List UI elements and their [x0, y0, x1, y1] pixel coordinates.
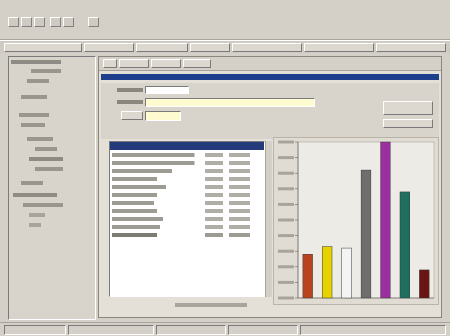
parameter-field[interactable] [145, 98, 315, 107]
status-pane [156, 325, 226, 335]
table-footer [175, 303, 247, 307]
bar [399, 191, 410, 299]
table-header-row [110, 142, 264, 150]
report-toolbar [99, 57, 441, 71]
tree-node[interactable] [29, 157, 63, 161]
y-tick-label [278, 156, 294, 160]
table-row[interactable] [112, 161, 262, 165]
side-button[interactable] [383, 119, 433, 128]
bar [302, 254, 313, 299]
table-row[interactable] [112, 177, 262, 181]
y-tick-label [278, 249, 294, 253]
table-row[interactable] [112, 169, 262, 173]
y-tick-label [278, 140, 294, 144]
status-pane [4, 325, 66, 335]
table-scrollbar[interactable] [265, 141, 272, 297]
parameter-label [117, 88, 143, 92]
bar [380, 141, 391, 299]
table-row[interactable] [112, 217, 262, 221]
table-row[interactable] [112, 209, 262, 213]
bar [419, 269, 430, 299]
parameter-field[interactable] [145, 111, 181, 121]
bar [360, 169, 372, 299]
back-icon[interactable] [8, 17, 19, 27]
y-tick-label [278, 202, 294, 206]
parameter-field[interactable] [145, 86, 189, 94]
report-title-bar [101, 74, 439, 80]
report-tool-button[interactable] [119, 59, 149, 68]
status-pane [300, 325, 446, 335]
tab-strip [0, 41, 450, 53]
help-icon[interactable] [88, 17, 99, 27]
y-tick-label [278, 218, 294, 222]
tab-1[interactable] [4, 43, 82, 52]
table-row[interactable] [112, 201, 262, 205]
save-icon[interactable] [50, 17, 61, 27]
tab-6[interactable] [304, 43, 374, 52]
report-tool-button[interactable] [151, 59, 181, 68]
parameter-button[interactable] [121, 111, 143, 120]
y-tick-label [278, 234, 294, 238]
tree-node[interactable] [35, 167, 63, 171]
y-tick-label [278, 296, 294, 300]
bar [322, 246, 333, 299]
table-row[interactable] [112, 153, 262, 157]
tab-5[interactable] [232, 43, 302, 52]
parameter-label [117, 100, 143, 104]
tree-node[interactable] [21, 95, 47, 99]
y-tick-label [278, 171, 294, 175]
y-tick-label [278, 265, 294, 269]
main-toolbar [0, 0, 450, 41]
tab-2[interactable] [84, 43, 134, 52]
table-row[interactable] [112, 225, 262, 229]
y-axis-ticks [278, 140, 298, 300]
print-icon[interactable] [34, 17, 45, 27]
tree-node[interactable] [21, 123, 45, 127]
status-pane [228, 325, 298, 335]
table-row[interactable] [112, 193, 262, 197]
tab-7[interactable] [376, 43, 446, 52]
tree-node[interactable] [27, 137, 53, 141]
status-pane [68, 325, 154, 335]
tree-node[interactable] [31, 69, 61, 73]
navigation-tree [8, 56, 96, 320]
bar [341, 247, 352, 299]
tree-node[interactable] [35, 147, 57, 151]
side-button[interactable] [383, 101, 433, 115]
y-tick-label [278, 280, 294, 284]
report-tool-button[interactable] [103, 59, 117, 68]
bar-chart [278, 140, 435, 300]
report-tool-button[interactable] [183, 59, 211, 68]
tab-3[interactable] [136, 43, 188, 52]
tree-node[interactable] [13, 193, 57, 197]
status-bar [0, 322, 450, 336]
tree-node[interactable] [29, 223, 41, 227]
chart-panel [273, 137, 439, 305]
forward-icon[interactable] [21, 17, 32, 27]
tree-node[interactable] [27, 79, 49, 83]
tab-4[interactable] [190, 43, 230, 52]
table-row[interactable] [112, 185, 262, 189]
table-row[interactable] [112, 233, 262, 237]
tree-node[interactable] [11, 60, 61, 64]
data-table [109, 141, 265, 297]
tree-node[interactable] [29, 213, 45, 217]
tree-node[interactable] [21, 181, 43, 185]
report-window [98, 56, 442, 318]
y-tick-label [278, 187, 294, 191]
refresh-icon[interactable] [63, 17, 74, 27]
tree-node[interactable] [23, 203, 63, 207]
parameters-panel [101, 83, 439, 139]
tree-node[interactable] [19, 113, 49, 117]
